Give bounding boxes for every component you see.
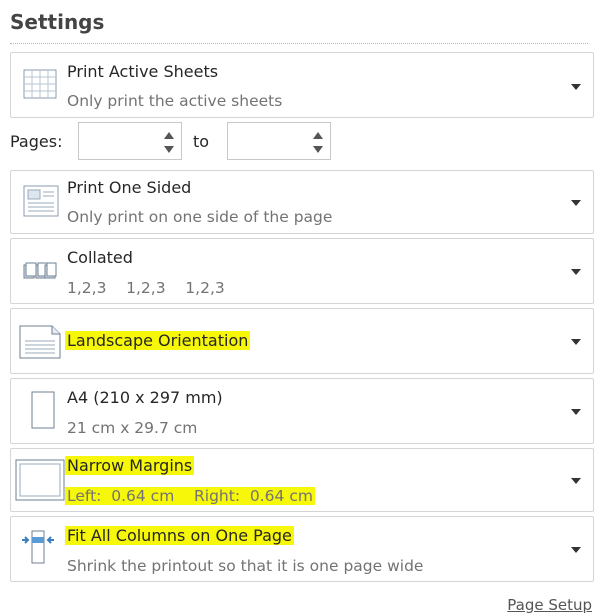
portrait-page-icon xyxy=(31,391,55,433)
margins-title: Narrow Margins xyxy=(65,455,195,477)
scaling-title-text: Fit All Columns on One Page xyxy=(65,526,294,545)
scaling-dropdown[interactable]: Fit All Columns on One Page Shrink the p… xyxy=(10,516,594,582)
print-what-dropdown[interactable]: Print Active Sheets Only print the activ… xyxy=(10,52,594,118)
fit-columns-icon xyxy=(21,529,55,569)
spin-up-icon[interactable] xyxy=(313,132,323,139)
orientation-title: Landscape Orientation xyxy=(65,330,251,352)
chevron-down-icon xyxy=(571,339,581,345)
paper-size-subtitle: 21 cm x 29.7 cm xyxy=(67,419,198,437)
chevron-down-icon xyxy=(571,409,581,415)
scaling-subtitle: Shrink the printout so that it is one pa… xyxy=(67,557,424,575)
chevron-down-icon xyxy=(571,547,581,553)
collation-subtitle: 1,2,3 1,2,3 1,2,3 xyxy=(67,279,225,297)
settings-title: Settings xyxy=(10,10,105,34)
sides-subtitle: Only print on one side of the page xyxy=(67,208,333,226)
print-what-title: Print Active Sheets xyxy=(67,62,219,81)
orientation-dropdown[interactable]: Landscape Orientation xyxy=(10,308,594,374)
pages-from-spinner[interactable] xyxy=(78,122,182,160)
settings-header: Settings xyxy=(10,8,588,44)
paper-size-dropdown[interactable]: A4 (210 x 297 mm) 21 cm x 29.7 cm xyxy=(10,378,594,444)
chevron-down-icon xyxy=(571,478,581,484)
margins-icon xyxy=(15,459,65,505)
one-sided-icon xyxy=(23,185,59,221)
sides-title: Print One Sided xyxy=(67,178,192,197)
margins-subtitle: Left: 0.64 cm Right: 0.64 cm xyxy=(65,485,315,507)
orientation-title-text: Landscape Orientation xyxy=(65,331,251,350)
spin-down-icon[interactable] xyxy=(164,146,174,153)
sheets-icon xyxy=(23,69,57,103)
spin-down-icon[interactable] xyxy=(313,146,323,153)
pages-range-row: Pages: to xyxy=(0,122,598,164)
pages-to-label: to xyxy=(193,132,210,151)
print-what-subtitle: Only print the active sheets xyxy=(67,92,283,110)
pages-label: Pages: xyxy=(10,132,63,151)
pages-to-spinner[interactable] xyxy=(227,122,331,160)
margins-title-text: Narrow Margins xyxy=(65,456,195,475)
collated-icon xyxy=(23,261,57,285)
page-setup-link[interactable]: Page Setup xyxy=(507,596,592,614)
chevron-down-icon xyxy=(571,84,581,90)
chevron-down-icon xyxy=(571,200,581,206)
scaling-title: Fit All Columns on One Page xyxy=(65,525,294,547)
landscape-icon xyxy=(19,325,61,363)
paper-size-title: A4 (210 x 297 mm) xyxy=(67,388,223,407)
collation-title: Collated xyxy=(67,248,133,267)
chevron-down-icon xyxy=(571,269,581,275)
margins-dropdown[interactable]: Narrow Margins Left: 0.64 cm Right: 0.64… xyxy=(10,448,594,512)
sides-dropdown[interactable]: Print One Sided Only print on one side o… xyxy=(10,170,594,234)
spin-up-icon[interactable] xyxy=(164,132,174,139)
margins-subtitle-text: Left: 0.64 cm Right: 0.64 cm xyxy=(65,487,315,505)
collation-dropdown[interactable]: Collated 1,2,3 1,2,3 1,2,3 xyxy=(10,238,594,304)
